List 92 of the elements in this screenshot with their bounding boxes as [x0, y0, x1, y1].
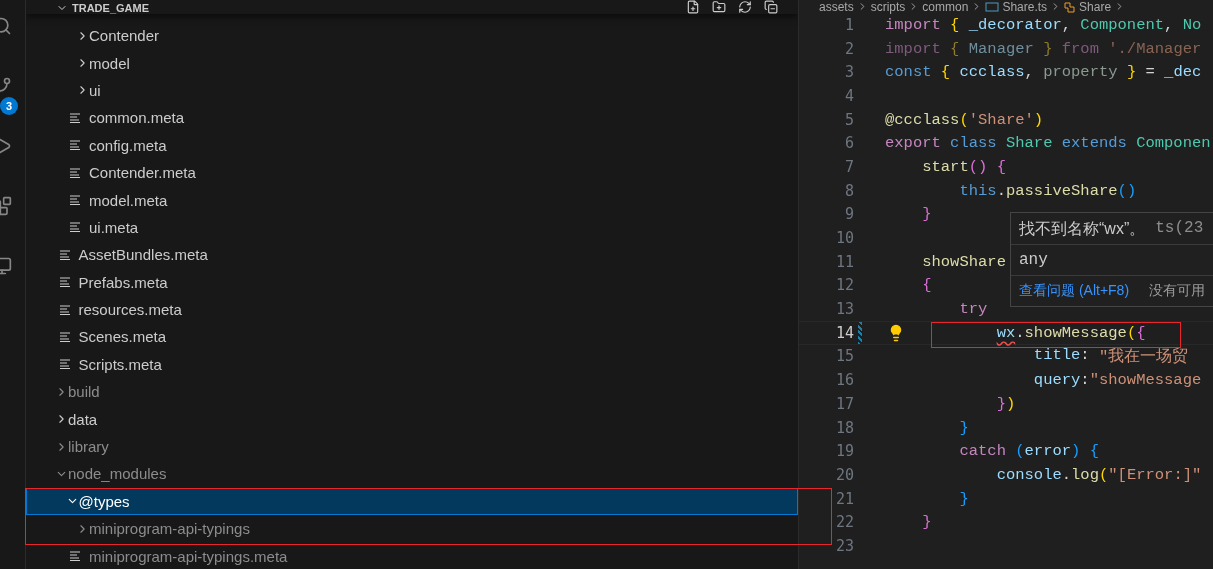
tree-item[interactable]: library — [26, 432, 798, 461]
type-info: any — [1018, 250, 1049, 271]
breadcrumb-item[interactable]: common — [922, 0, 969, 14]
tree-item[interactable]: ui — [26, 76, 798, 105]
line-number: 10 — [834, 229, 854, 248]
file-plus-icon[interactable] — [686, 0, 700, 14]
line-number: 2 — [843, 39, 854, 58]
tree-item[interactable]: ui.meta — [26, 213, 798, 242]
line-number: 19 — [834, 442, 854, 461]
error-code: ts(23 — [1155, 219, 1204, 239]
code-line: try — [959, 300, 988, 319]
tree-item[interactable]: Scenes.meta — [26, 323, 798, 351]
line-number: 6 — [843, 134, 854, 153]
line-number: 8 — [843, 181, 854, 200]
lines-icon — [70, 551, 81, 562]
breadcrumb-item[interactable]: Share — [1079, 0, 1112, 14]
code-line: import { Manager } from './Manager — [885, 39, 1202, 58]
code-line: }) — [996, 394, 1016, 413]
code-line: this.passiveShare() — [959, 181, 1137, 200]
error-message: 找不到名称“wx”。 — [1019, 219, 1146, 239]
line-number: 21 — [834, 489, 854, 508]
folder-plus-icon[interactable] — [712, 0, 726, 14]
tree-item[interactable]: AssetBundles.meta — [26, 241, 798, 269]
tree-item[interactable]: resources.meta — [26, 295, 798, 324]
breadcrumb-item[interactable]: scripts — [870, 0, 906, 14]
tree-item[interactable]: data — [26, 405, 798, 433]
line-number: 16 — [834, 371, 854, 390]
collapse-icon[interactable] — [764, 0, 778, 14]
view-problem-link[interactable]: 查看问题 (Alt+F8) — [1019, 282, 1130, 300]
lines-icon — [70, 167, 81, 178]
code-line: const { ccclass, property } = _dec — [885, 63, 1202, 82]
code-line: export class Share extends Componen — [885, 134, 1211, 153]
tree-item[interactable]: miniprogram-api-typings.meta — [26, 542, 798, 569]
lines-icon — [70, 112, 81, 123]
lines-icon — [59, 277, 71, 288]
code-line: start() { — [922, 157, 1006, 176]
line-number: 14 — [834, 323, 854, 342]
refresh-icon[interactable] — [738, 0, 752, 14]
code-line: wx.showMessage({ — [996, 323, 1146, 342]
line-number: 7 — [843, 157, 854, 176]
line-number: 1 — [843, 15, 854, 34]
tree-item[interactable]: model.meta — [26, 186, 798, 214]
lines-icon — [59, 249, 71, 260]
code-line: query:"showMessage — [1033, 371, 1202, 390]
tree-item[interactable]: common.meta — [26, 104, 798, 132]
line-number: 5 — [843, 110, 854, 129]
line-number: 20 — [834, 465, 854, 484]
lines-icon — [70, 140, 81, 151]
tree-item[interactable]: Scripts.meta — [26, 350, 798, 379]
tree-item[interactable]: Prefabs.meta — [26, 268, 798, 296]
code-line: } — [959, 489, 969, 508]
code-line: showShare — [922, 252, 1006, 271]
breadcrumb-item[interactable]: assets — [819, 0, 854, 14]
lines-icon — [70, 222, 81, 233]
line-number: 17 — [834, 394, 854, 413]
line-number: 11 — [834, 252, 854, 271]
tree-item[interactable]: config.meta — [26, 131, 798, 159]
code-line: import { _decorator, Component, No — [885, 15, 1202, 34]
line-number: 4 — [843, 86, 854, 105]
lines-icon — [59, 332, 71, 342]
line-number: 3 — [843, 63, 854, 82]
change-marker — [858, 321, 862, 344]
code-line: console.log("[Error:]" — [996, 465, 1202, 484]
quick-fix-note: 没有可用 — [1149, 282, 1206, 300]
line-number: 12 — [834, 276, 854, 295]
tree-item[interactable]: build — [26, 378, 798, 406]
code-line: } — [922, 205, 932, 224]
code-line: } — [922, 513, 932, 532]
breadcrumb-item[interactable]: Share.ts — [1002, 0, 1048, 14]
code-line: { — [922, 276, 932, 295]
tree-item[interactable]: Contender — [26, 22, 798, 50]
class-icon — [1064, 0, 1077, 13]
lines-icon — [70, 195, 81, 206]
lines-icon — [59, 359, 71, 370]
lines-icon — [59, 304, 71, 315]
code-line: @ccclass('Share') — [885, 110, 1044, 129]
line-number: 9 — [843, 205, 854, 224]
tree-item[interactable]: model — [26, 49, 798, 77]
tree-item[interactable]: @types — [26, 487, 798, 516]
code-line: catch (error) { — [959, 442, 1099, 461]
tree-item[interactable]: miniprogram-api-typings — [26, 515, 798, 543]
line-number: 22 — [834, 513, 854, 532]
tree-item[interactable]: node_modules — [26, 460, 798, 488]
code-line: title: "我在一场贸 — [1033, 345, 1189, 367]
line-number: 23 — [834, 536, 854, 555]
code-line: } — [959, 418, 969, 437]
line-number: 15 — [834, 347, 854, 366]
line-number: 18 — [834, 418, 854, 437]
notification-badge: 3 — [0, 97, 18, 115]
line-number: 13 — [834, 300, 854, 319]
explorer-title[interactable]: TRADE_GAME — [72, 2, 149, 14]
tree-item[interactable]: Contender.meta — [26, 158, 798, 187]
